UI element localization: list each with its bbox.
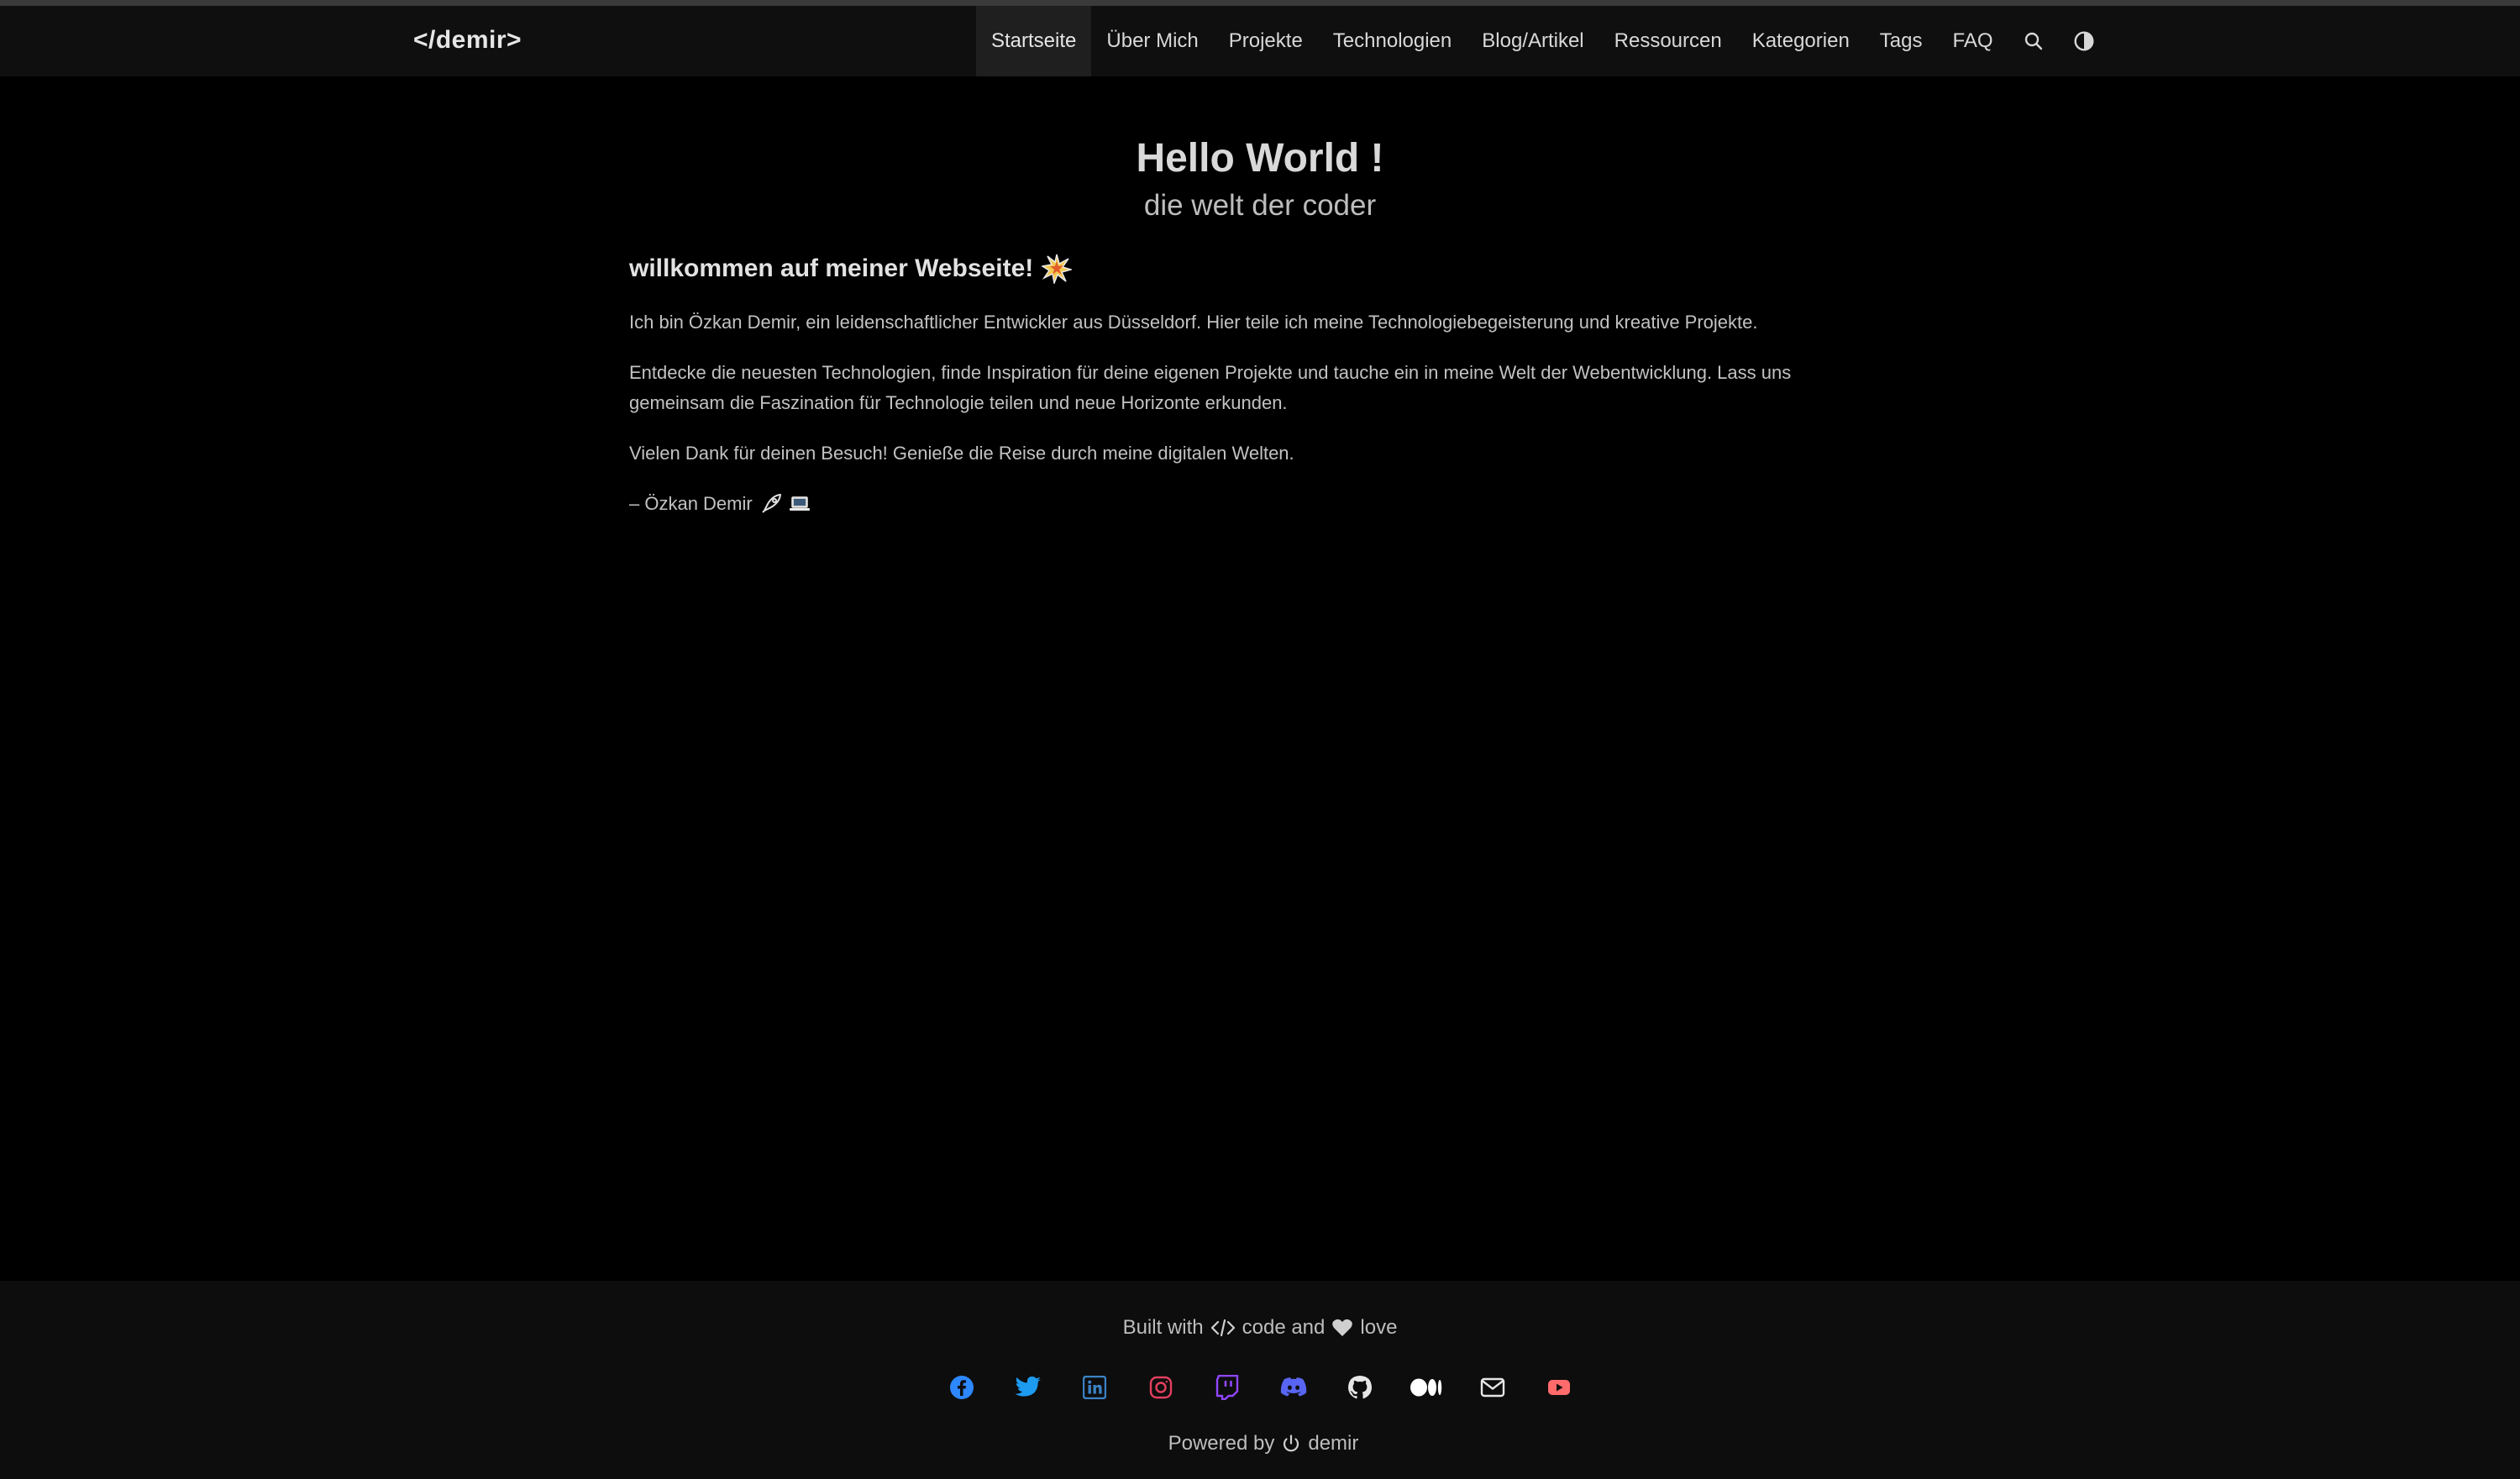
signature: – Özkan Demir: [629, 489, 1856, 519]
power-icon: [1281, 1434, 1301, 1454]
laptop-icon: [788, 492, 811, 516]
built-with-line: Built with code and love: [0, 1316, 2520, 1340]
built-prefix: Built with: [1122, 1316, 1204, 1339]
nav-menu: Startseite Über Mich Projekte Technologi…: [976, 6, 2109, 76]
powered-by-line: Powered by demir: [0, 1432, 2520, 1455]
nav-item-faq[interactable]: FAQ: [1938, 6, 2008, 76]
discord-icon[interactable]: [1260, 1366, 1326, 1408]
nav-item-blog-artikel[interactable]: Blog/Artikel: [1467, 6, 1599, 76]
twitch-icon[interactable]: [1194, 1366, 1260, 1408]
youtube-icon[interactable]: [1525, 1366, 1592, 1408]
nav-item-technologien[interactable]: Technologien: [1318, 6, 1467, 76]
welcome-heading: willkommen auf meiner Webseite!: [629, 249, 1856, 289]
thanks-paragraph: Vielen Dank für deinen Besuch! Genieße d…: [629, 443, 1294, 464]
email-icon[interactable]: [1459, 1366, 1525, 1408]
nav-item-projekte[interactable]: Projekte: [1214, 6, 1318, 76]
page-subtitle: die welt der coder: [1143, 189, 1377, 222]
main-content: willkommen auf meiner Webseite! Ich bin …: [629, 249, 1856, 539]
nav-item-kategorien[interactable]: Kategorien: [1737, 6, 1865, 76]
code-icon: [1210, 1318, 1236, 1338]
top-accent-line: [0, 0, 2520, 6]
theme-toggle-icon[interactable]: [2059, 6, 2109, 76]
facebook-icon[interactable]: [928, 1366, 995, 1408]
hero: Hello World ! die welt der coder: [0, 133, 2520, 227]
navbar: </demir> Startseite Über Mich Projekte T…: [0, 6, 2520, 76]
nav-item-tags[interactable]: Tags: [1865, 6, 1938, 76]
site-logo[interactable]: </demir>: [413, 26, 522, 55]
footer: Built with code and love Powered by demi…: [0, 1281, 2520, 1479]
heart-icon: [1331, 1318, 1353, 1338]
nav-item-startseite[interactable]: Startseite: [976, 6, 1092, 76]
built-suffix: love: [1360, 1316, 1398, 1339]
intro-paragraph: Ich bin Özkan Demir, ein leidenschaftlic…: [629, 312, 1758, 333]
sparkle-icon: [1042, 254, 1073, 284]
nav-item-ueber-mich[interactable]: Über Mich: [1091, 6, 1213, 76]
github-icon[interactable]: [1326, 1366, 1393, 1408]
explore-paragraph: Entdecke die neuesten Technologien, find…: [629, 362, 1792, 413]
twitter-icon[interactable]: [995, 1366, 1061, 1408]
instagram-icon[interactable]: [1127, 1366, 1194, 1408]
powered-prefix: Powered by: [1168, 1432, 1275, 1455]
social-links: [0, 1366, 2520, 1408]
page-title: Hello World !: [1136, 136, 1384, 181]
search-icon[interactable]: [2008, 6, 2059, 76]
nav-item-ressourcen[interactable]: Ressourcen: [1599, 6, 1737, 76]
linkedin-icon[interactable]: [1061, 1366, 1127, 1408]
rocket-icon: [759, 492, 783, 516]
medium-icon[interactable]: [1393, 1366, 1459, 1408]
powered-by-link[interactable]: demir: [1308, 1432, 1358, 1455]
welcome-heading-text: willkommen auf meiner Webseite!: [629, 254, 1034, 282]
signature-text: – Özkan Demir: [629, 493, 753, 514]
built-middle: code and: [1242, 1316, 1326, 1339]
